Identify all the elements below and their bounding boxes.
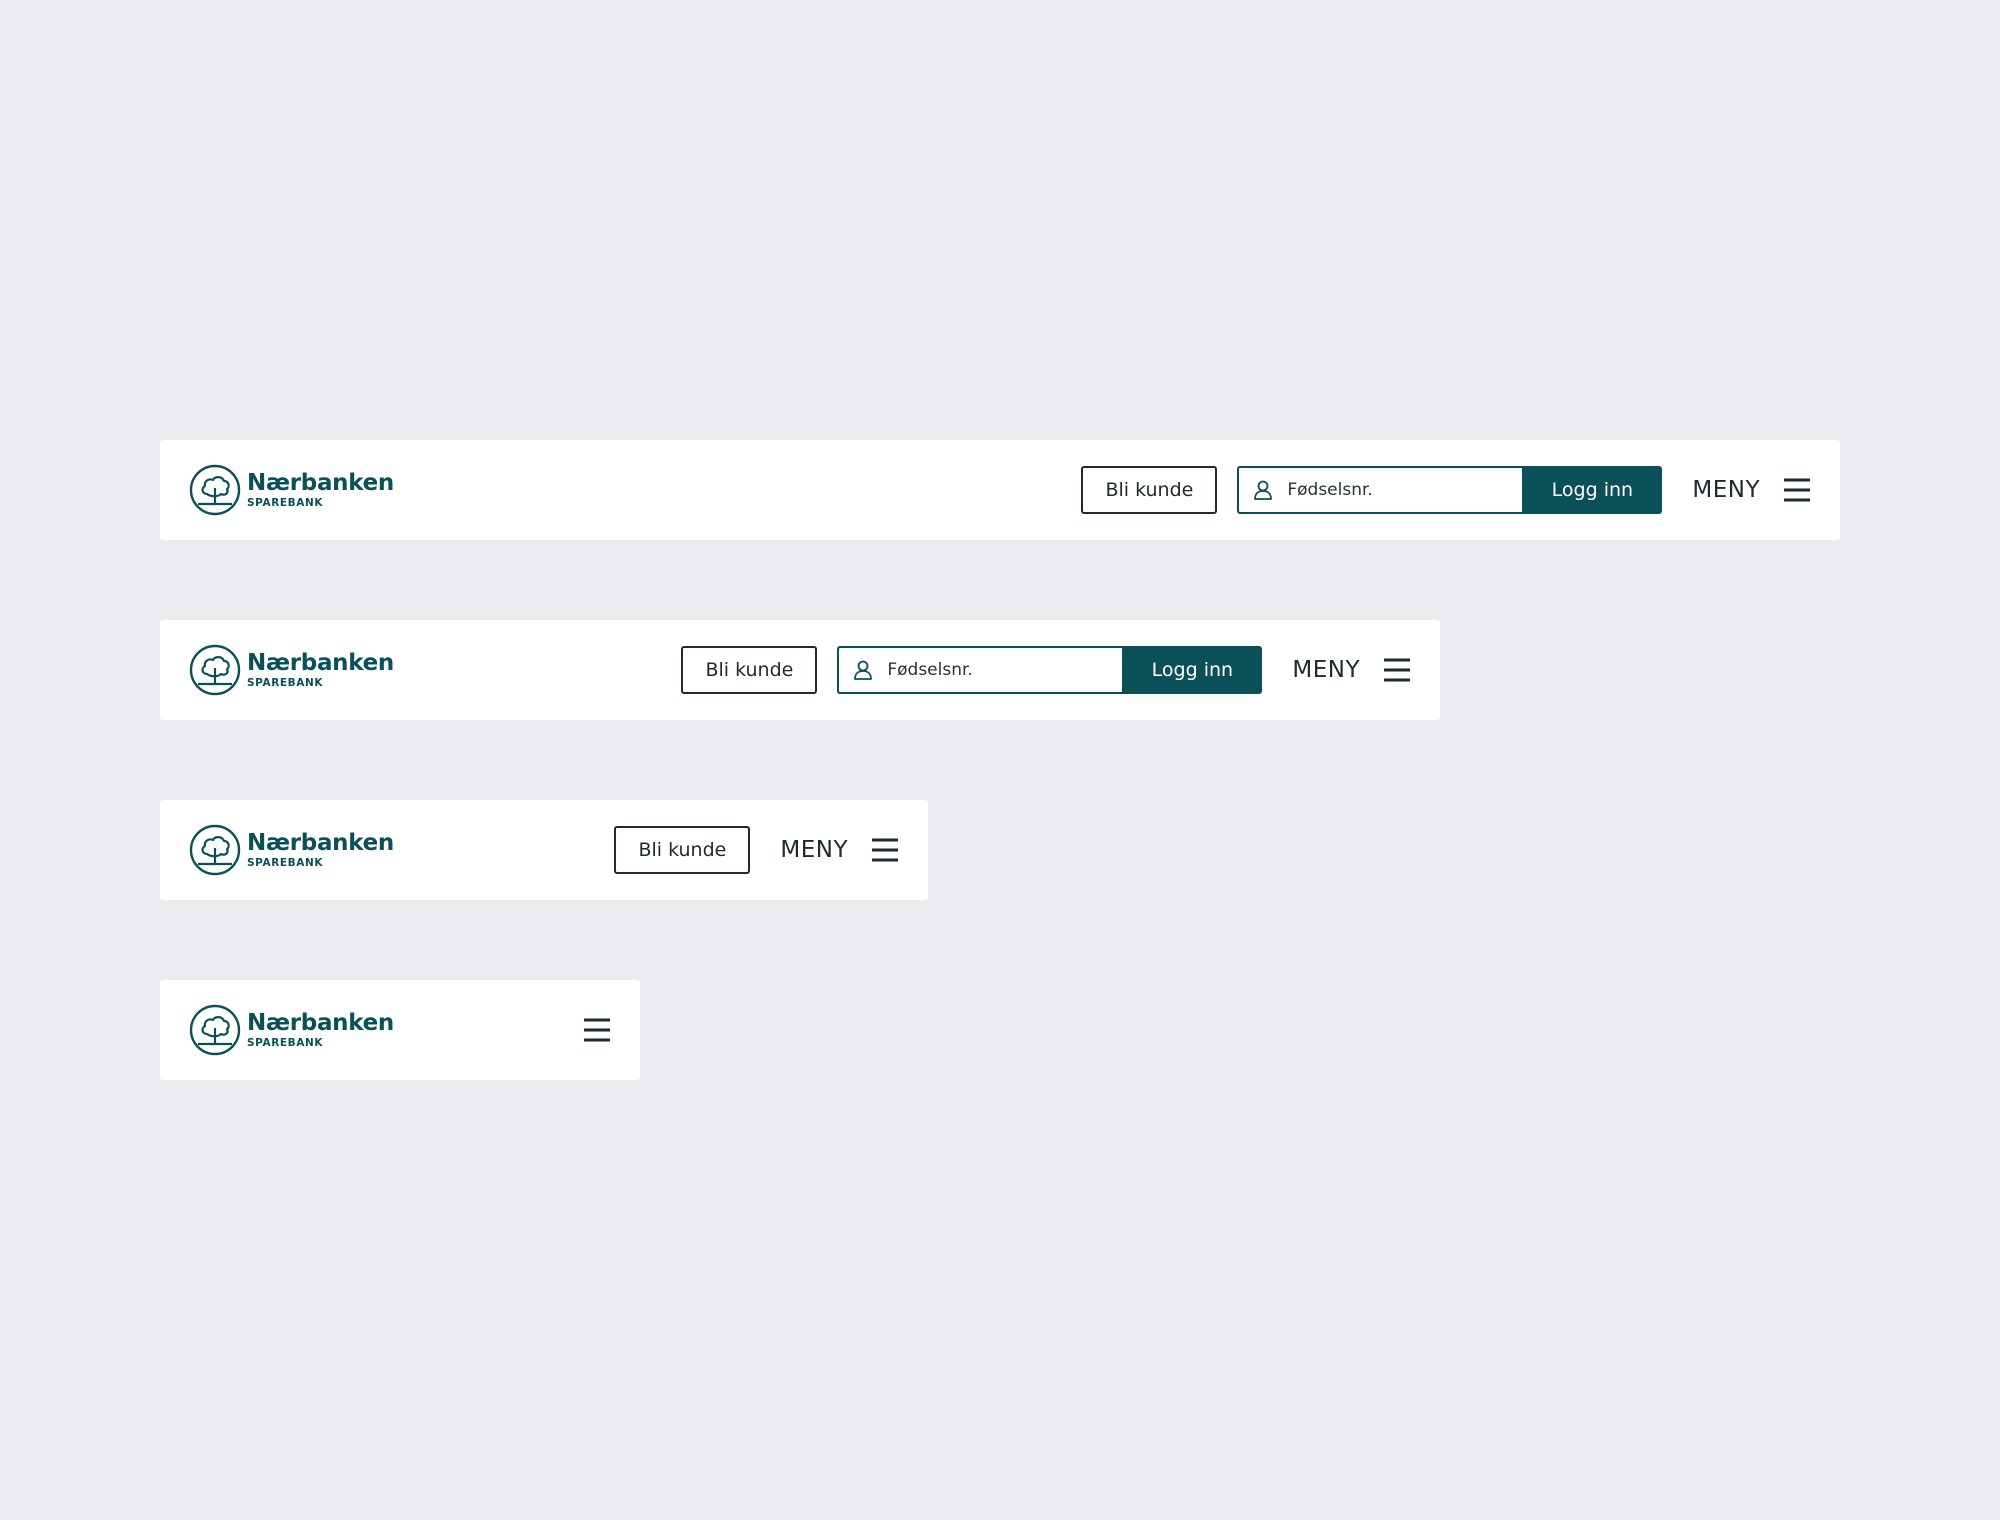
tree-logo-icon <box>189 824 241 876</box>
hamburger-menu-icon <box>584 1018 610 1042</box>
ssn-input[interactable] <box>1285 479 1510 501</box>
hamburger-menu-icon <box>1384 658 1410 682</box>
menu-button[interactable]: MENY <box>1692 475 1812 505</box>
brand-subtitle: SPAREBANK <box>247 1037 324 1049</box>
tree-logo-icon <box>189 1004 241 1056</box>
menu-button[interactable]: MENY <box>780 835 900 865</box>
brand-name: Nærbanken <box>247 470 395 496</box>
header-controls: Bli kunde Logg inn MENY <box>681 620 1412 720</box>
brand-subtitle: SPAREBANK <box>247 497 324 509</box>
brand-logo[interactable]: Nærbanken SPAREBANK <box>189 1003 394 1057</box>
brand-logo[interactable]: Nærbanken SPAREBANK <box>189 823 394 877</box>
brand-subtitle: SPAREBANK <box>247 857 324 869</box>
header-controls: Bli kunde Logg inn MENY <box>1081 440 1812 540</box>
header-mobile: Nærbanken SPAREBANK <box>160 980 640 1080</box>
login-form: Logg inn <box>1237 466 1663 514</box>
menu-label: MENY <box>780 837 848 863</box>
login-button[interactable]: Logg inn <box>1122 646 1263 694</box>
brand-name: Nærbanken <box>247 830 395 856</box>
header-desktop: Nærbanken SPAREBANK Bli kunde Logg inn M… <box>160 620 1440 720</box>
header-controls: Bli kunde MENY <box>614 800 900 900</box>
become-customer-button[interactable]: Bli kunde <box>1081 466 1218 514</box>
menu-button[interactable]: MENY <box>1292 655 1412 685</box>
menu-label: MENY <box>1692 477 1760 503</box>
brand-logo[interactable]: Nærbanken SPAREBANK <box>189 643 394 697</box>
user-icon <box>854 660 873 680</box>
become-customer-button[interactable]: Bli kunde <box>614 826 751 874</box>
hamburger-menu-icon <box>1784 478 1810 502</box>
header-desktop-wide: Nærbanken SPAREBANK Bli kunde Logg inn M… <box>160 440 1840 540</box>
login-button[interactable]: Logg inn <box>1522 466 1663 514</box>
hamburger-menu-icon <box>872 838 898 862</box>
menu-button[interactable] <box>582 1015 612 1045</box>
user-icon <box>1254 480 1273 500</box>
login-form: Logg inn <box>837 646 1263 694</box>
brand-name: Nærbanken <box>247 650 395 676</box>
become-customer-button[interactable]: Bli kunde <box>681 646 818 694</box>
tree-logo-icon <box>189 464 241 516</box>
ssn-input[interactable] <box>885 659 1110 681</box>
brand-logo[interactable]: Nærbanken SPAREBANK <box>189 463 394 517</box>
menu-label: MENY <box>1292 657 1360 683</box>
brand-subtitle: SPAREBANK <box>247 677 324 689</box>
ssn-field[interactable] <box>837 646 1123 694</box>
tree-logo-icon <box>189 644 241 696</box>
header-tablet: Nærbanken SPAREBANK Bli kunde MENY <box>160 800 928 900</box>
ssn-field[interactable] <box>1237 466 1523 514</box>
header-controls <box>552 980 612 1080</box>
brand-name: Nærbanken <box>247 1010 395 1036</box>
